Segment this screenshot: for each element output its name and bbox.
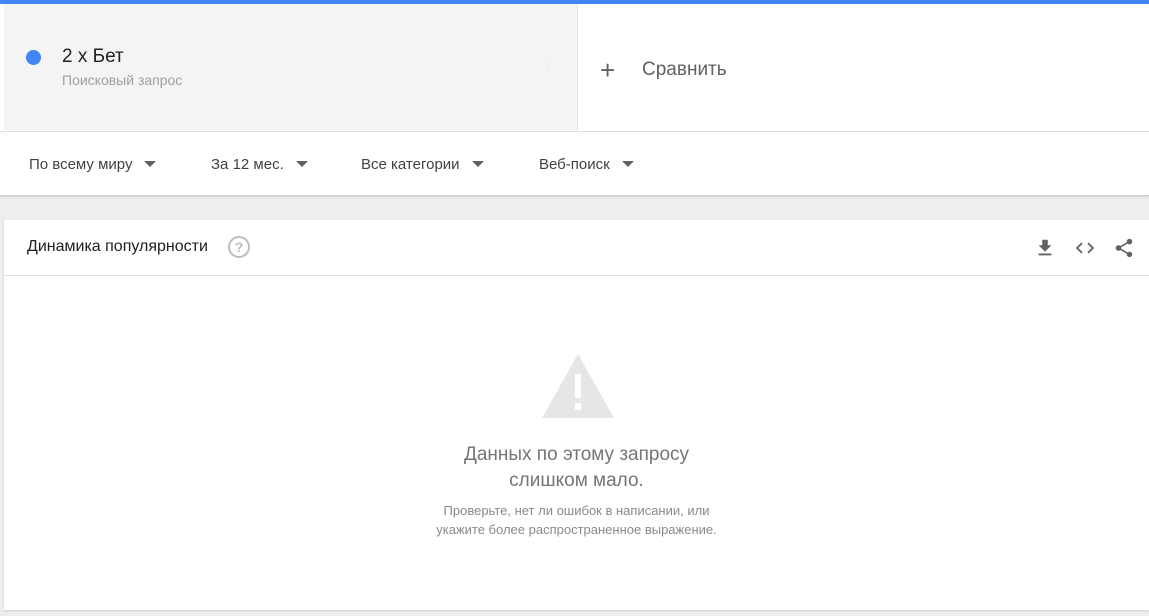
search-terms-header: 2 x Бет Поисковый запрос ⋮ + Сравнить [0, 4, 1149, 132]
share-icon[interactable] [1113, 237, 1135, 259]
filters-bar: По всему миру За 12 мес. Все категории В… [0, 132, 1149, 196]
download-icon[interactable] [1034, 237, 1056, 259]
empty-state-title-line: Данных по этому запросу [463, 444, 690, 465]
compare-button[interactable]: + Сравнить [600, 52, 727, 88]
region-filter-label: По всему миру [29, 155, 133, 173]
caret-down-icon [144, 161, 157, 167]
caret-down-icon [295, 161, 308, 167]
region-filter[interactable]: По всему миру [29, 154, 157, 174]
empty-state-subtitle-line: укажите более распространенное выражение… [436, 522, 717, 537]
empty-state-subtitle: Проверьте, нет ли ошибок в написании, ил… [4, 501, 1149, 539]
search-type-filter[interactable]: Веб-поиск [539, 154, 634, 174]
empty-state-subtitle-line: Проверьте, нет ли ошибок в написании, ил… [443, 503, 710, 518]
search-type-filter-label: Веб-поиск [539, 155, 610, 173]
more-vert-icon[interactable]: ⋮ [542, 54, 556, 76]
panel-header: Динамика популярности ? [4, 220, 1149, 276]
period-filter-label: За 12 мес. [211, 155, 284, 173]
plus-icon: + [600, 55, 616, 85]
warning-icon [540, 352, 616, 420]
term-name[interactable]: 2 x Бет [62, 46, 124, 68]
interest-over-time-panel: Динамика популярности ? Данных по этому … [4, 220, 1149, 610]
empty-state-title-line: слишком мало. [509, 470, 644, 491]
term-type: Поисковый запрос [62, 72, 183, 88]
period-filter[interactable]: За 12 мес. [211, 154, 308, 174]
search-term-card[interactable]: 2 x Бет Поисковый запрос ⋮ [4, 4, 578, 130]
caret-down-icon [621, 161, 634, 167]
category-filter-label: Все категории [361, 155, 460, 173]
category-filter[interactable]: Все категории [361, 154, 484, 174]
compare-label: Сравнить [642, 59, 727, 80]
caret-down-icon [471, 161, 484, 167]
panel-title: Динамика популярности [27, 238, 208, 255]
help-icon[interactable]: ? [228, 236, 250, 258]
term-color-dot [26, 50, 41, 65]
embed-code-icon[interactable] [1074, 237, 1096, 259]
empty-state-title: Данных по этому запросу слишком мало. [4, 442, 1149, 494]
